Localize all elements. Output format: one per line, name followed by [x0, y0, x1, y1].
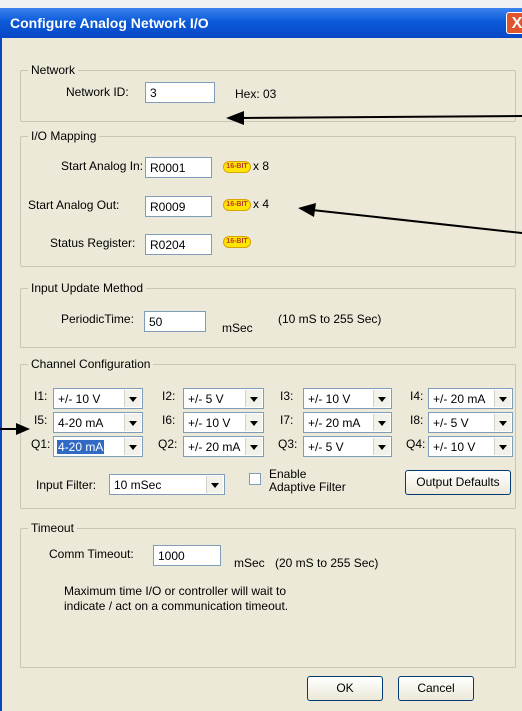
annotation-arrow — [226, 111, 522, 125]
annotation-arrow — [0, 423, 30, 435]
annotation-arrow — [298, 203, 522, 234]
annotation-arrows — [0, 111, 522, 435]
